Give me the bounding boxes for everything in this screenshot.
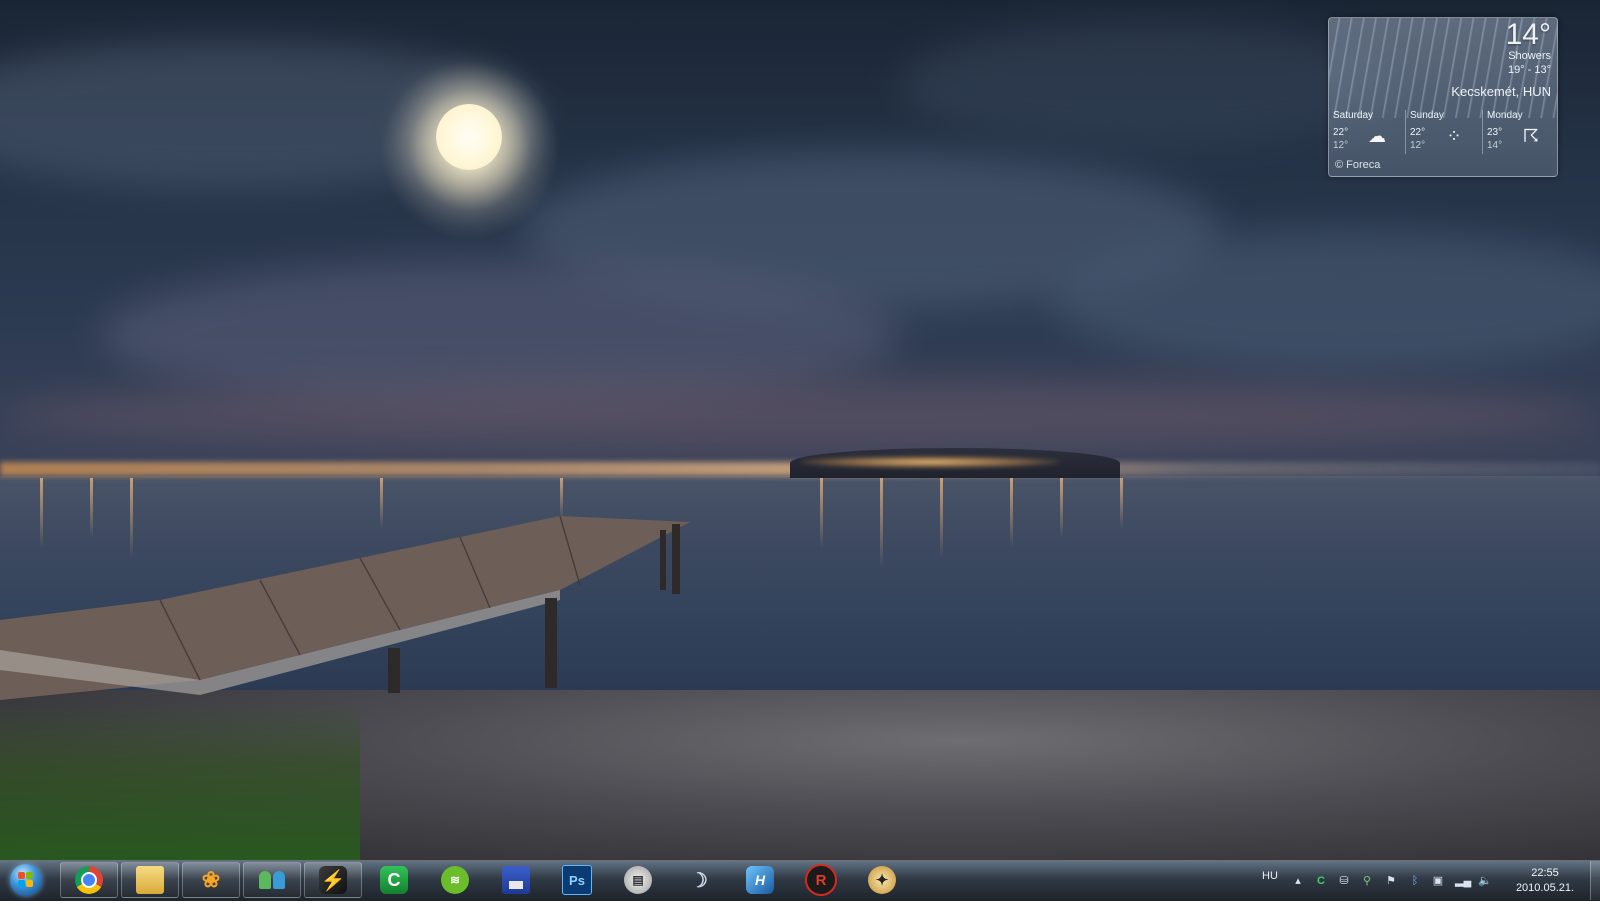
current-temperature: 14° [1505, 18, 1551, 51]
moon [436, 104, 502, 170]
flag-icon[interactable]: ⚑ [1384, 874, 1398, 888]
light-reflection [1060, 478, 1063, 538]
taskbar-item-chrome[interactable] [60, 862, 118, 898]
pier-post [545, 598, 557, 688]
forecast-high: 22° [1333, 127, 1349, 138]
forecast-day-name: Monday [1487, 110, 1523, 121]
taskbar-item-spotify[interactable]: ≋ [426, 862, 484, 898]
light-reflection [820, 478, 823, 548]
weather-provider-credit[interactable]: © Foreca [1335, 159, 1380, 171]
cloudy-icon: ☁ [1368, 126, 1386, 146]
clock-time: 22:55 [1531, 867, 1559, 879]
forecast-day: Monday 23° 14° ☈ [1483, 110, 1557, 154]
taskbar-item-explorer[interactable] [121, 862, 179, 898]
pier-post [388, 648, 400, 693]
light-reflection [880, 478, 883, 568]
temperature-range: 19° - 13° [1507, 64, 1551, 76]
forecast-high: 23° [1487, 127, 1503, 138]
spotify-icon: ≋ [441, 866, 469, 894]
forecast-day: Saturday 22° 12° ☁ [1329, 110, 1403, 154]
taskbar-item-messenger[interactable] [243, 862, 301, 898]
taskbar-item-save[interactable] [487, 862, 545, 898]
taskbar-item-photoshop[interactable]: Ps [548, 862, 606, 898]
green-c-icon[interactable]: C [1314, 874, 1328, 888]
taskbar-item-media-player[interactable]: ❀ [182, 862, 240, 898]
floppy-save-icon [502, 866, 530, 894]
cloud [1050, 230, 1600, 370]
pier-post [660, 530, 666, 590]
taskbar-item-winamp[interactable]: ⚡ [304, 862, 362, 898]
client-c-icon: C [380, 866, 408, 894]
app-h-icon: H [746, 866, 774, 894]
thunderstorm-icon: ☈ [1522, 126, 1540, 146]
forecast-low: 12° [1410, 140, 1426, 151]
taskbar-item-film[interactable]: ▤ [609, 862, 667, 898]
forecast-day-name: Saturday [1333, 110, 1374, 121]
show-desktop-button[interactable] [1590, 861, 1600, 900]
light-reflection [1010, 478, 1013, 548]
forecast-low: 14° [1487, 140, 1503, 151]
film-clapper-icon: ▤ [624, 866, 652, 894]
usb-icon[interactable]: ⚲ [1360, 874, 1374, 888]
clock[interactable]: 22:55 2010.05.21. [1505, 866, 1585, 896]
cloud [900, 20, 1400, 150]
device-icon[interactable]: ▣ [1431, 874, 1445, 888]
forecast-day: Sunday 22° 12° ⁘ [1406, 110, 1480, 154]
start-button[interactable] [4, 862, 48, 898]
bluetooth-icon[interactable]: ᛒ [1408, 874, 1422, 888]
rain-icon: ⁘ [1446, 126, 1462, 146]
moon-app-icon: ☽ [690, 869, 708, 892]
light-reflection [1120, 478, 1123, 528]
weather-condition: Showers [1508, 50, 1551, 62]
taskbar-item-moon-app[interactable]: ☽ [670, 862, 728, 898]
taskbar-item-client-c[interactable]: C [365, 862, 423, 898]
photoshop-icon: Ps [562, 865, 592, 895]
weather-gadget[interactable]: 14° Showers 19° - 13° Kecskemét, HUN Sat… [1328, 17, 1558, 177]
red-r-icon: R [805, 864, 837, 896]
signal-icon[interactable]: ▂▄ [1455, 874, 1471, 888]
taskbar-item-counter-strike[interactable]: ✦ [853, 862, 911, 898]
language-indicator[interactable]: HU [1262, 870, 1278, 906]
explorer-icon [136, 866, 164, 894]
volume-icon[interactable]: 🔈 [1478, 874, 1492, 888]
weather-location: Kecskemét, HUN [1451, 84, 1551, 99]
forecast-low: 12° [1333, 140, 1349, 151]
network-share-icon[interactable]: ⛁ [1337, 874, 1351, 888]
winamp-icon: ⚡ [319, 866, 347, 894]
clock-date: 2010.05.21. [1515, 882, 1575, 894]
taskbar-item-red-r[interactable]: R [792, 862, 850, 898]
wooden-pier [0, 515, 690, 700]
light-reflection [940, 478, 943, 558]
messenger-icon [258, 866, 286, 894]
forecast-day-name: Sunday [1410, 110, 1444, 121]
chrome-icon [75, 866, 103, 894]
forecast-high: 22° [1410, 127, 1426, 138]
show-hidden-icon[interactable]: ▴ [1291, 874, 1305, 888]
taskbar-item-app-h[interactable]: H [731, 862, 789, 898]
media-player-icon: ❀ [201, 867, 221, 892]
cloud [0, 380, 1600, 450]
counter-strike-icon: ✦ [868, 866, 896, 894]
windows-logo-icon [18, 872, 34, 888]
foreground-grass [0, 700, 360, 860]
pier-post [672, 524, 680, 594]
hill-town-lights [800, 456, 1060, 468]
